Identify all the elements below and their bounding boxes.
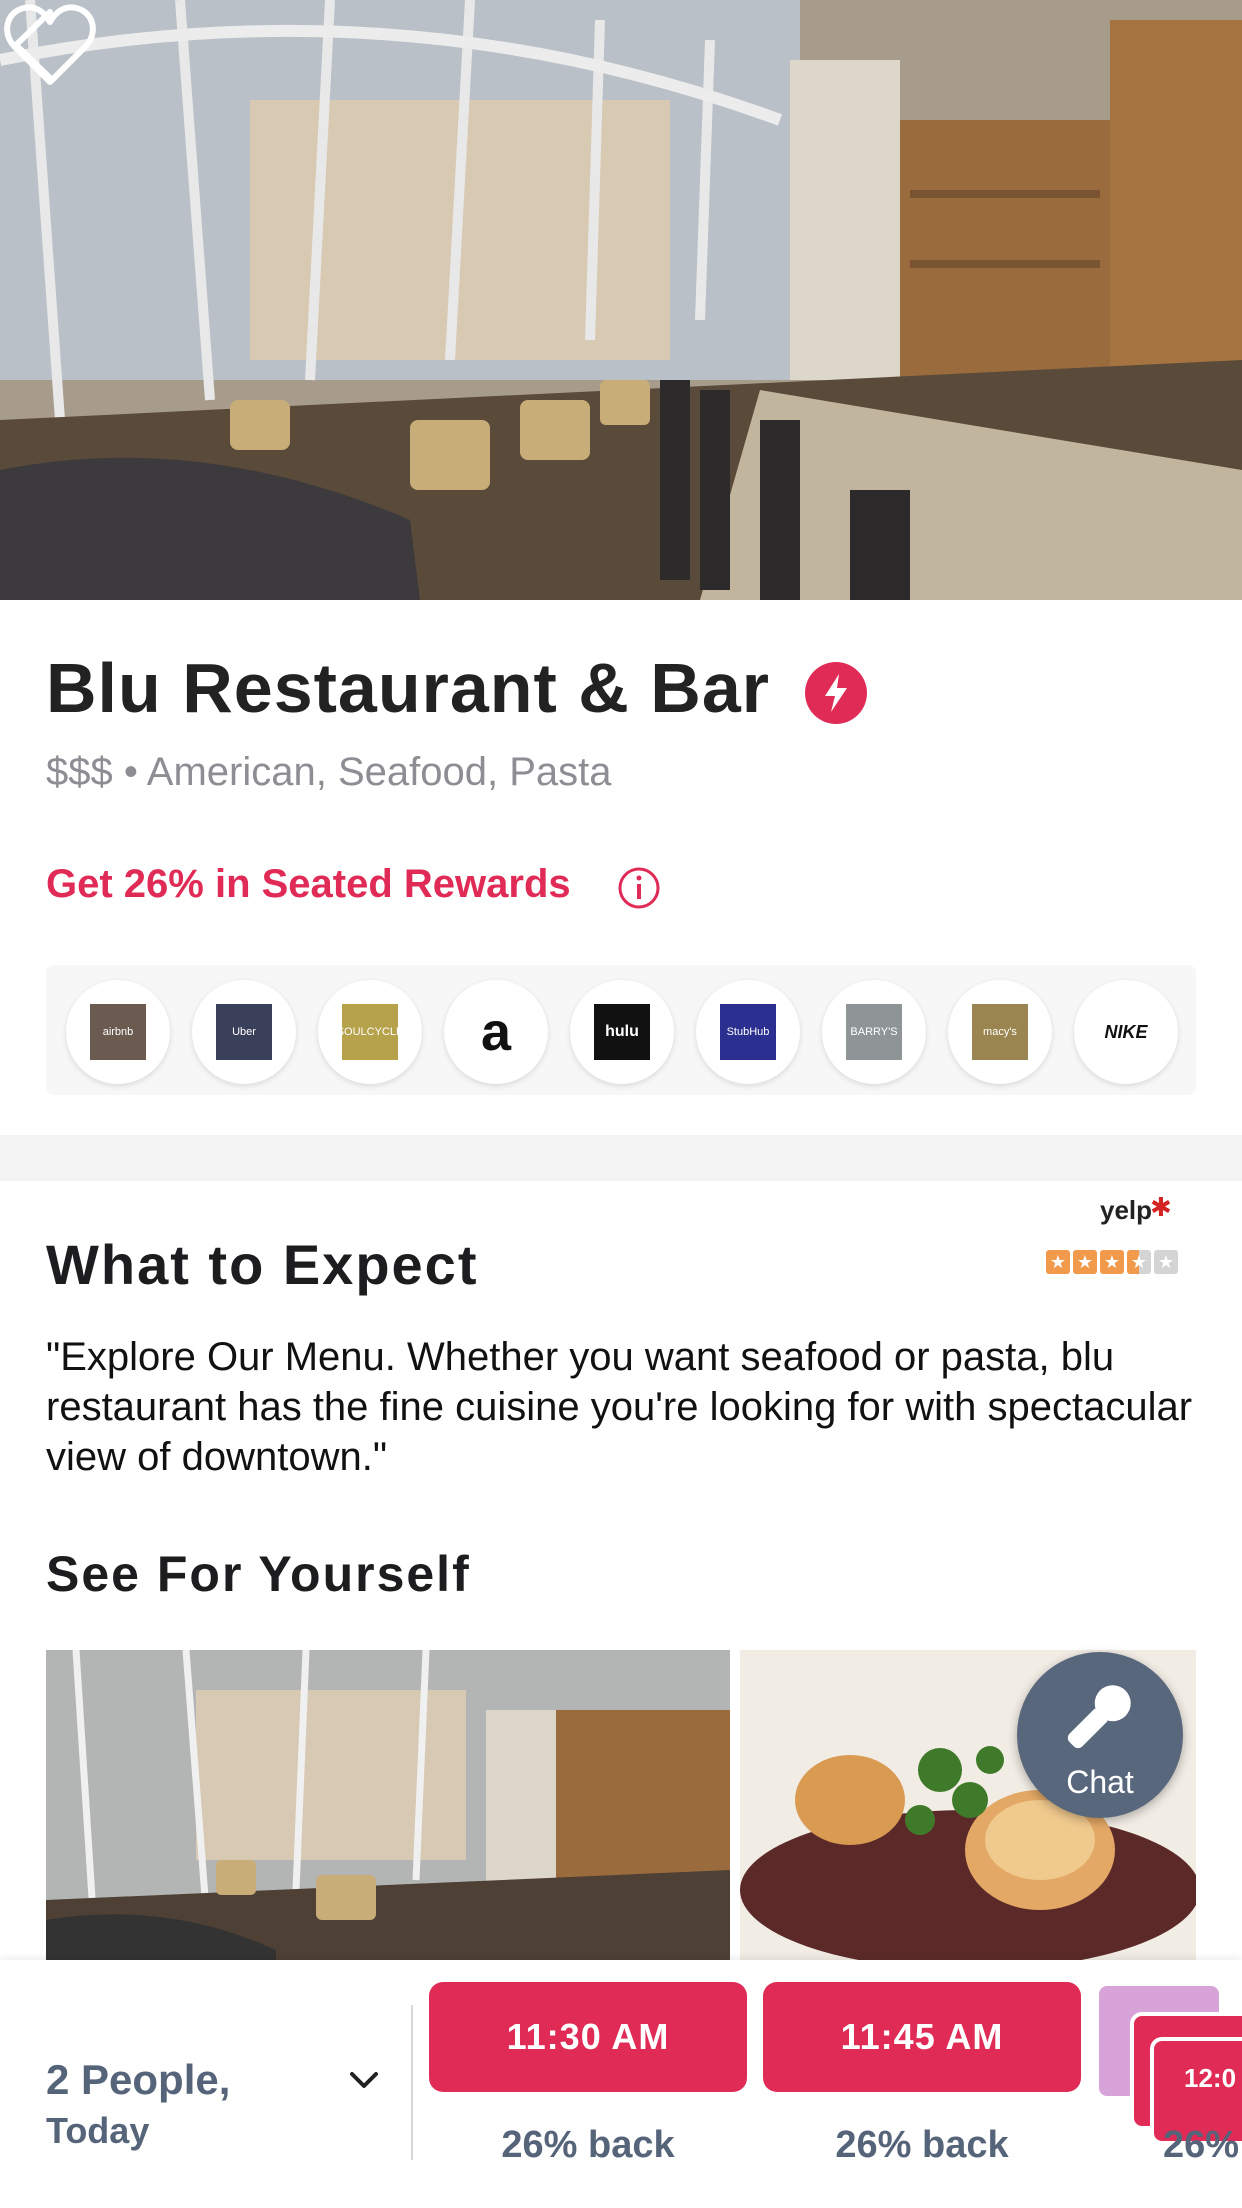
booking-divider [411, 2005, 413, 2160]
brand-soulcycle[interactable]: SOULCYCLE [318, 980, 422, 1084]
time-slot-button[interactable]: 11:45 AM [763, 1982, 1081, 2092]
brand-macys[interactable]: macy's [948, 980, 1052, 1084]
price-level: $$$ [46, 750, 113, 794]
brand-logo: Uber [216, 1004, 272, 1060]
meta-separator: • [123, 750, 138, 794]
cuisine-list: American, Seafood, Pasta [146, 750, 612, 794]
restaurant-meta: $$$ • American, Seafood, Pasta [46, 750, 612, 795]
party-size-label: 2 People, [46, 2056, 231, 2103]
gallery-photo-dining-room[interactable] [46, 1650, 730, 1960]
brand-logo: airbnb [90, 1004, 146, 1060]
section-divider [0, 1135, 1242, 1181]
brand-logo: BARRY'S [846, 1004, 902, 1060]
chat-button[interactable]: Chat [1017, 1652, 1183, 1818]
favorite-button[interactable] [0, 0, 100, 90]
yelp-rating-stars: ★ ★ ★ ★ ★ [1046, 1250, 1178, 1274]
cashback-label: 26% back [501, 2124, 675, 2166]
star-icon: ★ [1127, 1250, 1151, 1274]
star-icon: ★ [1073, 1250, 1097, 1274]
brand-logo: hulu [594, 1004, 650, 1060]
star-icon: ★ [1046, 1250, 1070, 1274]
gallery-heading: See For Yourself [46, 1546, 471, 1602]
time-slot-button[interactable]: 11:30 AM [429, 1982, 747, 2092]
brand-amazon[interactable]: a [444, 980, 548, 1084]
party-date-label: Today [46, 2110, 150, 2151]
brand-logo: SOULCYCLE [342, 1004, 398, 1060]
chevron-down-icon[interactable] [348, 2068, 380, 2092]
partner-brands-row: airbnb Uber SOULCYCLE a hulu StubHub BARRY'S ma… [46, 965, 1196, 1095]
cashback-label: 26% back [835, 2124, 1009, 2166]
cashback-label: 26% [1163, 2124, 1240, 2166]
brand-hulu[interactable]: hulu [570, 980, 674, 1084]
brand-uber[interactable]: Uber [192, 980, 296, 1084]
restaurant-name: Blu Restaurant & Bar [46, 649, 771, 727]
party-size-selector[interactable]: 2 People, Today [46, 2056, 376, 2152]
star-icon: ★ [1100, 1250, 1124, 1274]
brand-logo: macy's [972, 1004, 1028, 1060]
yelp-burst-icon: ✱ [1150, 1192, 1172, 1222]
brand-airbnb[interactable]: airbnb [66, 980, 170, 1084]
chat-label: Chat [1066, 1764, 1134, 1800]
time-slot-button-stack[interactable]: 12:0 [1095, 1982, 1242, 2145]
hero-illustration [0, 0, 1242, 600]
brand-barrys[interactable]: BARRY'S [822, 980, 926, 1084]
rewards-text: Get 26% in Seated Rewards [46, 862, 571, 906]
brand-nike[interactable]: NIKE [1074, 980, 1178, 1084]
lightning-bolt-icon [805, 662, 867, 724]
hero-photo [0, 0, 1242, 600]
brand-logo: NIKE [1098, 1004, 1154, 1060]
expect-heading: What to Expect [46, 1233, 479, 1296]
brand-logo: StubHub [720, 1004, 776, 1060]
brand-logo: a [468, 1004, 524, 1060]
info-icon[interactable] [617, 866, 661, 910]
expect-description: "Explore Our Menu. Whether you want seaf… [46, 1335, 1193, 1479]
yelp-logo: yelp [1100, 1195, 1153, 1225]
star-icon: ★ [1154, 1250, 1178, 1274]
brand-stubhub[interactable]: StubHub [696, 980, 800, 1084]
